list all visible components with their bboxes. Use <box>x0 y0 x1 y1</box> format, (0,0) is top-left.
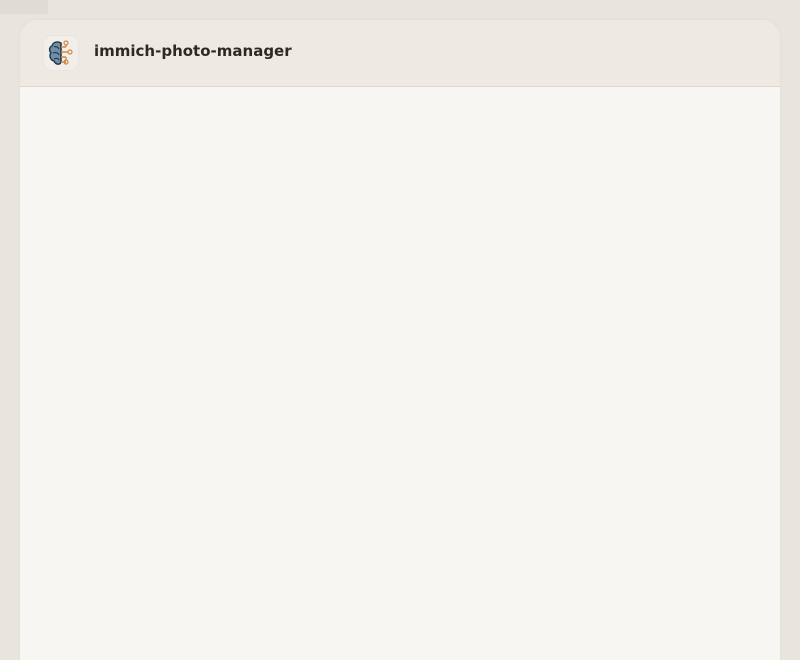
background-mark <box>0 0 48 14</box>
brain-circuit-svg <box>48 40 73 65</box>
app-window: immich-photo-manager <box>20 20 780 660</box>
app-title: immich-photo-manager <box>94 42 292 60</box>
app-header: immich-photo-manager <box>20 20 780 87</box>
brain-circuit-icon <box>44 36 78 70</box>
main-content-area <box>20 87 780 660</box>
